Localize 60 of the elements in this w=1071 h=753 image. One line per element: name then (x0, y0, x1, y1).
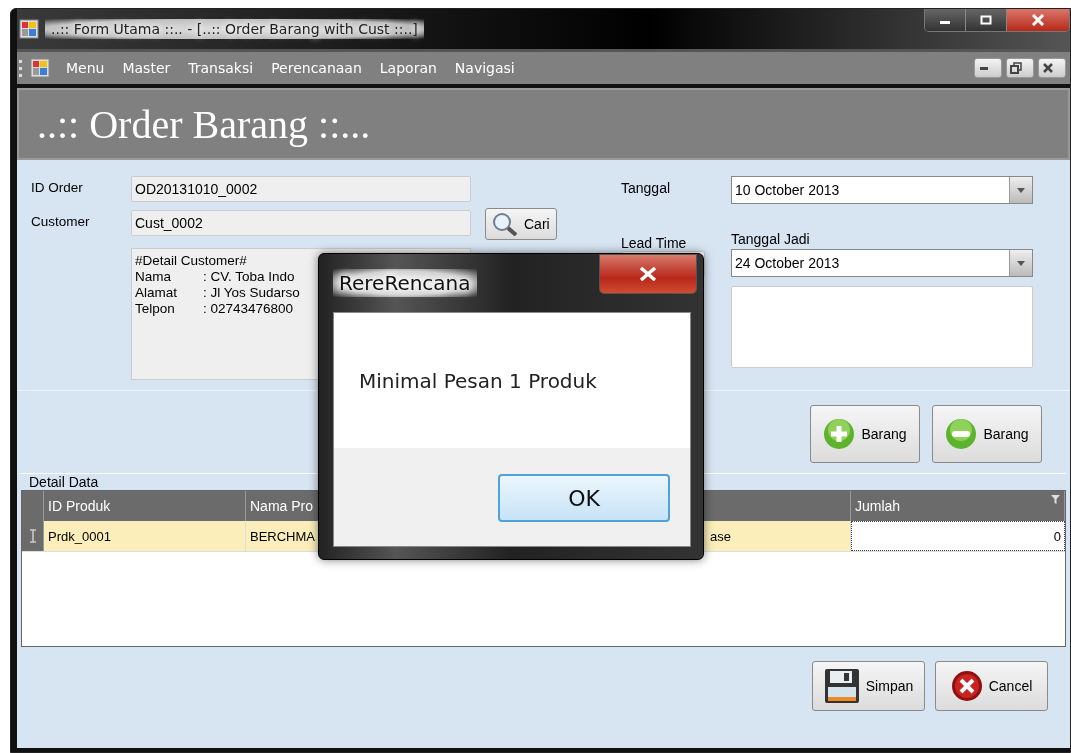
detail-value: : Jl Yos Sudarso (203, 285, 300, 300)
detail-text: #Detail Customer# (135, 253, 248, 269)
dropdown-arrow-icon (1017, 260, 1025, 266)
search-icon (492, 212, 518, 236)
close-button[interactable] (1007, 9, 1069, 31)
date-picker[interactable]: 10 October 2013 (731, 176, 1033, 204)
field-label: Lead Time (621, 234, 688, 251)
window-title: ..:: Form Utama ::.. - [..:: Order Barang with Cust ::..] (45, 19, 424, 39)
remove-item-button[interactable]: Barang (932, 405, 1042, 463)
restore-button[interactable] (1006, 58, 1034, 78)
restore-icon (1010, 62, 1022, 74)
field-label: ID Order (31, 179, 84, 195)
detail-value: : 02743476800 (203, 301, 294, 316)
app-icon (30, 58, 50, 78)
ok-button[interactable]: OK (498, 474, 670, 522)
detail-value: : CV. Toba Indo (203, 269, 295, 284)
dialog-message: Minimal Pesan 1 Produk (359, 368, 597, 393)
search-button[interactable]: Cari (485, 208, 557, 240)
menu-item[interactable]: Menu (58, 60, 115, 76)
field-label: Tanggal (621, 179, 672, 196)
minus-icon (945, 418, 978, 450)
menu-item[interactable]: Perencanaan (263, 60, 372, 76)
edit-cursor-icon (28, 529, 37, 543)
menu-item[interactable]: Navigasi (446, 60, 525, 76)
field-label: Tanggal Jadi (731, 231, 811, 247)
cancel-icon (950, 670, 983, 702)
filter-icon (1051, 495, 1060, 504)
menu-item[interactable]: Transaksi (180, 60, 264, 76)
table-cell: 0 (851, 521, 1065, 551)
minimize-button[interactable] (974, 58, 1002, 78)
table-cell: Prdk_0001 (44, 521, 246, 551)
dialog-title: RereRencana (333, 269, 477, 297)
minimize-button[interactable] (925, 9, 966, 31)
form-heading: ..:: Order Barang ::... (37, 100, 371, 148)
menu-item[interactable]: Laporan (371, 60, 447, 76)
detail-key: Telpon (135, 301, 203, 317)
dropdown-arrow-icon (1017, 187, 1025, 193)
maximize-icon (980, 15, 992, 25)
date-picker[interactable]: 24 October 2013 (731, 249, 1033, 277)
text-field[interactable]: OD20131010_0002 (131, 176, 471, 202)
field-label: Customer (31, 213, 91, 229)
grip-icon (19, 58, 22, 78)
detail-key: Alamat (135, 285, 203, 301)
close-icon (639, 267, 657, 281)
close-icon (1043, 63, 1053, 73)
add-item-button[interactable]: Barang (810, 405, 920, 463)
text-field[interactable]: Cust_0002 (131, 210, 471, 236)
group-title: Detail Data (28, 474, 100, 490)
cancel-button[interactable]: Cancel (935, 661, 1048, 711)
close-button[interactable] (1038, 58, 1066, 78)
detail-key: Nama (135, 269, 203, 285)
minimize-icon (980, 66, 988, 70)
plus-icon (823, 418, 856, 450)
menu-item[interactable]: Master (114, 60, 181, 76)
close-icon (1031, 14, 1045, 26)
app-icon (19, 19, 39, 39)
close-button[interactable] (599, 254, 697, 294)
save-button[interactable]: Simpan (812, 661, 925, 711)
maximize-button[interactable] (966, 9, 1007, 31)
notes-field[interactable] (731, 286, 1033, 368)
